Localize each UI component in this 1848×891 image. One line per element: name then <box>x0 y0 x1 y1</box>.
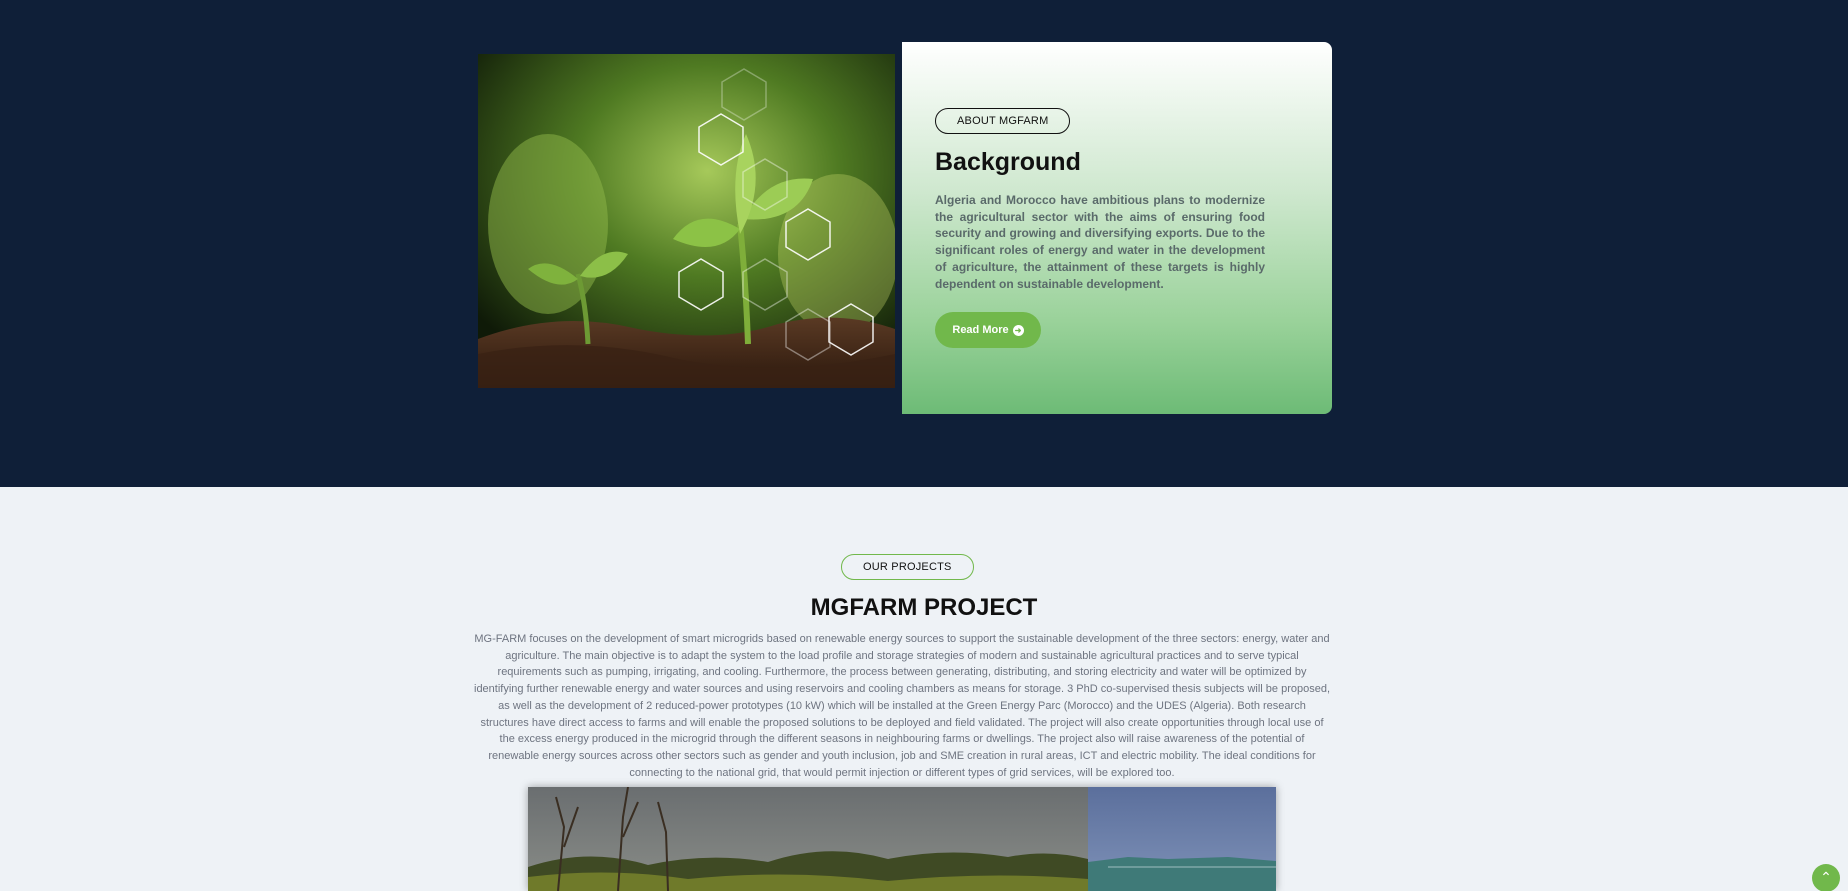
seedling-hexagon-image <box>478 54 895 388</box>
about-card: ABOUT MGFARM Background Algeria and Moro… <box>902 42 1332 414</box>
scroll-to-top-button[interactable]: ⌃ <box>1812 864 1840 891</box>
projects-title: MGFARM PROJECT <box>810 594 1038 621</box>
about-section: ABOUT MGFARM Background Algeria and Moro… <box>0 0 1848 487</box>
arrow-right-circle-icon: ➜ <box>1012 324 1024 336</box>
read-more-button[interactable]: Read More ➜ <box>935 312 1041 348</box>
about-pill: ABOUT MGFARM <box>935 108 1071 134</box>
projects-pill: OUR PROJECTS <box>841 554 974 580</box>
projects-description: MG-FARM focuses on the development of sm… <box>474 633 1331 779</box>
chevron-up-icon: ⌃ <box>1820 869 1832 885</box>
about-title: Background <box>935 148 1081 176</box>
read-more-label: Read More <box>952 324 1009 336</box>
project-field-image <box>528 787 1276 891</box>
about-description: Algeria and Morocco have ambitious plans… <box>935 193 1265 291</box>
